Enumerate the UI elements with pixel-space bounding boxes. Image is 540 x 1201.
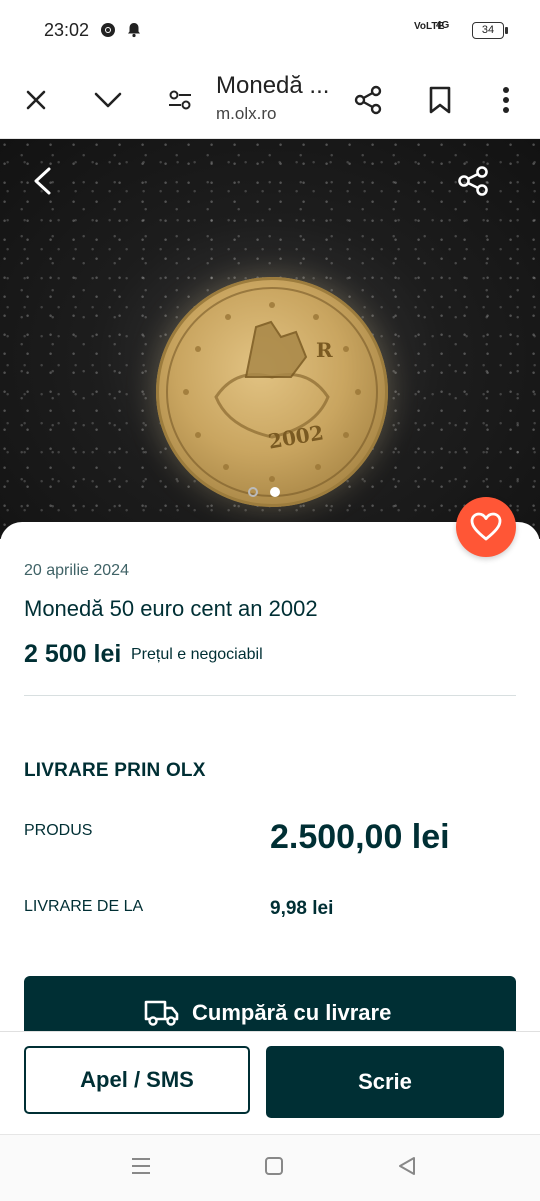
coin-photo: R 2002	[156, 277, 388, 507]
divider	[24, 695, 516, 696]
notification-bell-icon	[126, 22, 142, 43]
listing-date: 20 aprilie 2024	[24, 562, 129, 579]
pagination-dot[interactable]	[248, 487, 258, 497]
system-navigation-bar	[0, 1134, 540, 1201]
chrome-icon	[100, 22, 116, 43]
page-url[interactable]: m.olx.ro	[216, 104, 276, 124]
back-icon[interactable]	[396, 1155, 418, 1182]
share-icon[interactable]	[348, 80, 388, 120]
buy-button-label: Cumpără cu livrare	[192, 1000, 392, 1025]
delivery-heading: LIVRARE PRIN OLX	[24, 760, 206, 781]
negotiable-label: Prețul e negociabil	[131, 646, 263, 663]
chevron-down-icon[interactable]	[88, 80, 128, 120]
tune-icon[interactable]	[160, 80, 200, 120]
gallery-pagination	[248, 487, 280, 497]
share-icon[interactable]	[454, 161, 494, 201]
page-title: Monedă ...	[216, 72, 330, 99]
status-time: 23:02	[44, 20, 90, 40]
pagination-dot-active[interactable]	[270, 487, 280, 497]
more-vert-icon[interactable]	[486, 80, 526, 120]
contact-action-bar: Apel / SMS Scrie	[0, 1031, 540, 1134]
call-sms-button[interactable]: Apel / SMS	[24, 1046, 250, 1114]
back-arrow-icon[interactable]	[24, 161, 64, 201]
status-bar: 23:02 VoLTE 4G 34	[0, 0, 540, 62]
signal-4g-icon: 4G	[436, 20, 450, 31]
write-message-button[interactable]: Scrie	[266, 1046, 504, 1118]
listing-image-gallery[interactable]: R 2002	[0, 139, 540, 539]
home-icon[interactable]	[264, 1155, 284, 1182]
svg-text:R: R	[316, 338, 333, 362]
favorite-heart-icon[interactable]	[456, 497, 516, 557]
battery-icon: 34	[472, 22, 508, 39]
listing-price: 2 500 lei	[24, 640, 122, 668]
shipping-label: LIVRARE DE LA	[24, 898, 144, 915]
product-price: 2.500,00 lei	[270, 818, 450, 856]
product-label: PRODUS	[24, 822, 93, 839]
close-icon[interactable]	[16, 80, 56, 120]
shipping-price: 9,98 lei	[270, 898, 334, 919]
menu-icon[interactable]	[130, 1155, 152, 1182]
listing-title: Monedă 50 euro cent an 2002	[24, 596, 318, 621]
bookmark-icon[interactable]	[420, 80, 460, 120]
browser-toolbar: Monedă ... m.olx.ro	[0, 62, 540, 139]
delivery-truck-icon	[144, 998, 180, 1033]
